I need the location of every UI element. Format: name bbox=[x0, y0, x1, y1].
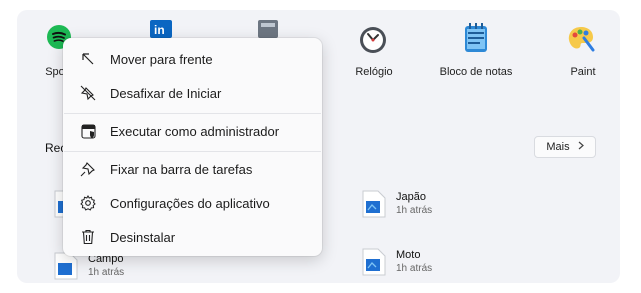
app-label-clock: Relógio bbox=[355, 66, 393, 78]
menu-item-move-to-front[interactable]: Mover para frente bbox=[63, 44, 322, 74]
recommended-item-time: 1h atrás bbox=[88, 267, 125, 278]
recommended-item-time: 1h atrás bbox=[396, 205, 433, 216]
app-label-paint: Paint bbox=[570, 66, 596, 78]
chevron-right-icon bbox=[578, 141, 584, 153]
calculator-icon[interactable] bbox=[258, 20, 278, 38]
image-file-icon bbox=[362, 190, 386, 218]
context-menu: Mover para frente Desafixar de Iniciar E… bbox=[63, 38, 322, 256]
recommended-item[interactable]: Moto 1h atrás bbox=[362, 248, 432, 276]
menu-item-label: Desafixar de Iniciar bbox=[110, 85, 222, 101]
admin-shield-icon bbox=[80, 123, 96, 139]
menu-item-label: Fixar na barra de tarefas bbox=[110, 161, 253, 177]
menu-item-uninstall[interactable]: Desinstalar bbox=[63, 222, 322, 252]
recommended-item[interactable]: Japão 1h atrás bbox=[362, 190, 432, 218]
gear-icon bbox=[80, 195, 96, 211]
unpin-icon bbox=[80, 85, 96, 101]
menu-item-app-settings[interactable]: Configurações do aplicativo bbox=[63, 188, 322, 218]
app-label-notepad: Bloco de notas bbox=[439, 66, 513, 78]
menu-item-unpin-start[interactable]: Desafixar de Iniciar bbox=[63, 78, 322, 108]
trash-icon bbox=[80, 229, 96, 245]
menu-separator bbox=[64, 113, 321, 114]
clock-icon[interactable] bbox=[358, 25, 388, 55]
arrow-up-left-icon bbox=[80, 51, 96, 67]
menu-item-label: Configurações do aplicativo bbox=[110, 195, 270, 211]
linkedin-icon[interactable]: in bbox=[150, 20, 172, 38]
recommended-item[interactable]: Campo 1h atrás bbox=[54, 252, 124, 280]
recommended-item-name: Japão bbox=[396, 191, 426, 203]
image-file-icon bbox=[54, 252, 78, 280]
paint-icon[interactable] bbox=[566, 24, 596, 54]
svg-text:in: in bbox=[154, 23, 165, 37]
app-label-spotify: Spo bbox=[45, 66, 65, 78]
menu-item-label: Mover para frente bbox=[110, 51, 213, 67]
menu-item-pin-taskbar[interactable]: Fixar na barra de tarefas bbox=[63, 154, 322, 184]
recommended-item-time: 1h atrás bbox=[396, 263, 433, 274]
image-file-icon bbox=[362, 248, 386, 276]
more-button[interactable]: Mais bbox=[534, 136, 596, 158]
pin-icon bbox=[80, 161, 96, 177]
menu-item-label: Desinstalar bbox=[110, 229, 176, 245]
more-label: Mais bbox=[546, 141, 570, 153]
menu-separator bbox=[64, 151, 321, 152]
notepad-icon[interactable] bbox=[463, 22, 489, 54]
menu-item-label: Executar como administrador bbox=[110, 123, 280, 139]
menu-item-run-as-admin[interactable]: Executar como administrador bbox=[63, 116, 322, 146]
recommended-item-name: Moto bbox=[396, 249, 421, 261]
